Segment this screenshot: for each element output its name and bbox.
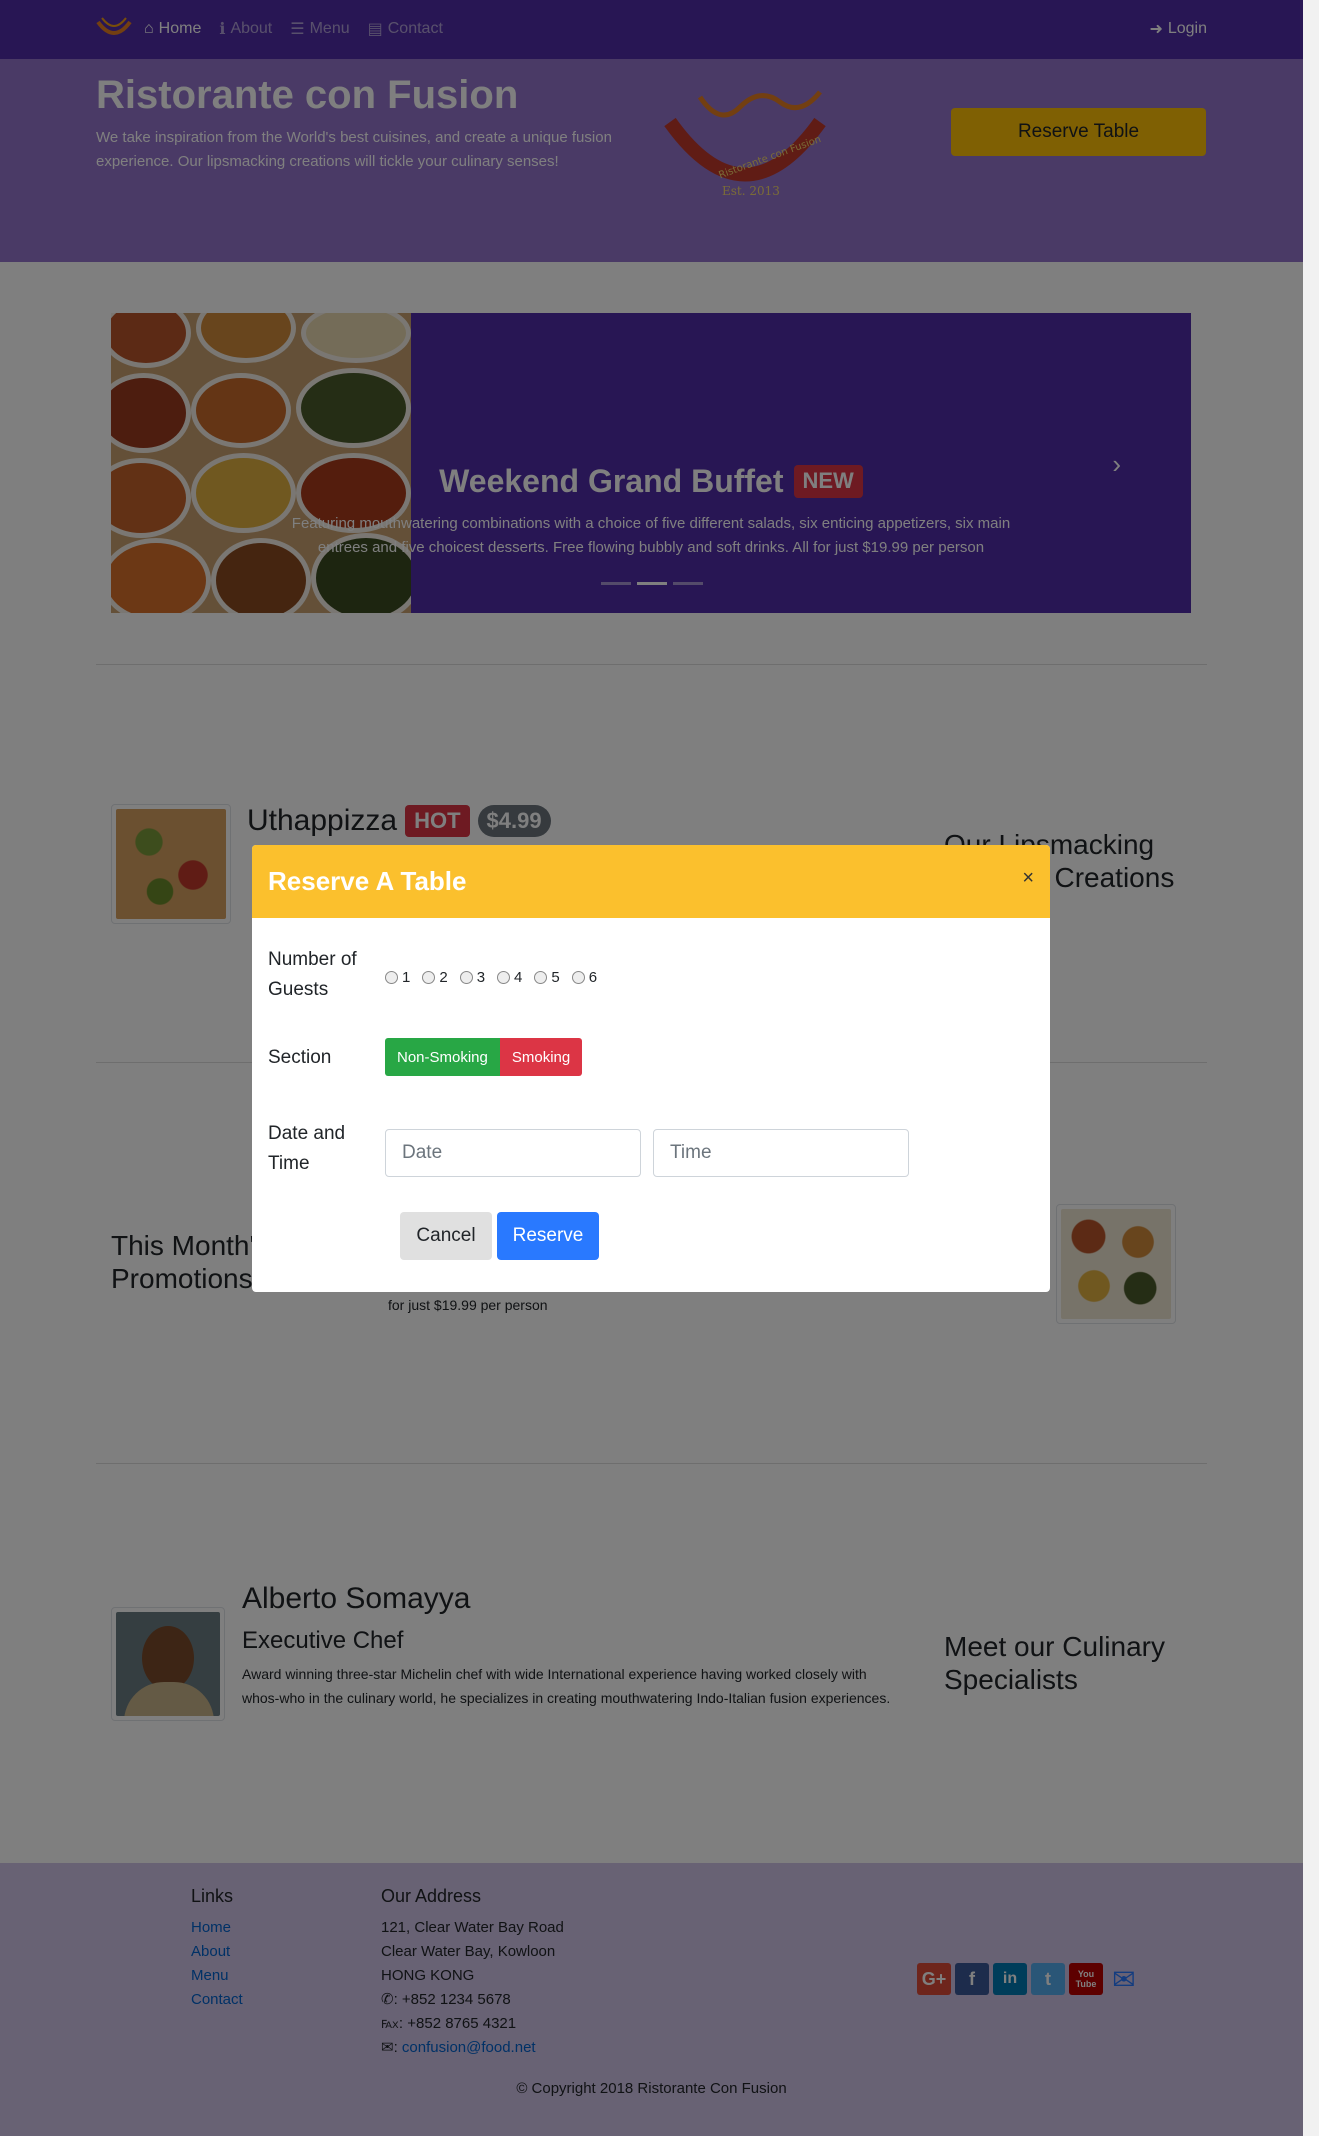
radio-label: 5 xyxy=(551,969,560,986)
guests-option-4[interactable]: 4 xyxy=(497,969,522,986)
page: ⌂ Home ℹ About ☰ Menu ▤ Contact ➜ Login … xyxy=(0,0,1303,2136)
radio-label: 2 xyxy=(439,969,448,986)
date-input[interactable]: Date xyxy=(385,1129,641,1177)
scrollbar[interactable] xyxy=(1303,0,1319,2136)
section-toggle: Non-Smoking Smoking xyxy=(385,1038,583,1076)
radio-button[interactable] xyxy=(571,971,585,984)
guests-option-6[interactable]: 6 xyxy=(571,969,598,986)
radio-button[interactable] xyxy=(534,971,548,984)
radio-label: 6 xyxy=(588,969,598,986)
modal-title: Reserve A Table xyxy=(268,866,467,896)
guests-option-5[interactable]: 5 xyxy=(534,969,560,986)
smoking-button[interactable]: Smoking xyxy=(499,1038,583,1076)
radio-label: 4 xyxy=(514,969,523,986)
modal-header: Reserve A Table × xyxy=(252,845,1050,918)
guests-radio-group: 1 2 3 4 5 6 xyxy=(385,969,597,986)
cancel-button[interactable]: Cancel xyxy=(400,1212,492,1260)
non-smoking-button[interactable]: Non-Smoking xyxy=(385,1038,500,1076)
section-label: Section xyxy=(268,1047,332,1068)
close-icon[interactable]: × xyxy=(1022,867,1034,890)
radio-button[interactable] xyxy=(497,971,511,984)
radio-button[interactable] xyxy=(422,971,436,984)
reserve-button[interactable]: Reserve xyxy=(497,1212,599,1260)
reserve-table-modal: Reserve A Table × Number of Guests 1 2 3… xyxy=(252,845,1050,1292)
guests-option-2[interactable]: 2 xyxy=(422,969,448,986)
datetime-label: Date and Time xyxy=(268,1123,346,1174)
radio-button[interactable] xyxy=(385,971,398,984)
guests-option-3[interactable]: 3 xyxy=(459,969,486,986)
radio-label: 1 xyxy=(402,969,411,986)
radio-button[interactable] xyxy=(459,971,473,984)
time-input[interactable]: Time xyxy=(653,1129,909,1177)
radio-label: 3 xyxy=(476,969,486,986)
guests-label: Number of Guests xyxy=(268,949,357,1000)
guests-option-1[interactable]: 1 xyxy=(385,969,410,986)
